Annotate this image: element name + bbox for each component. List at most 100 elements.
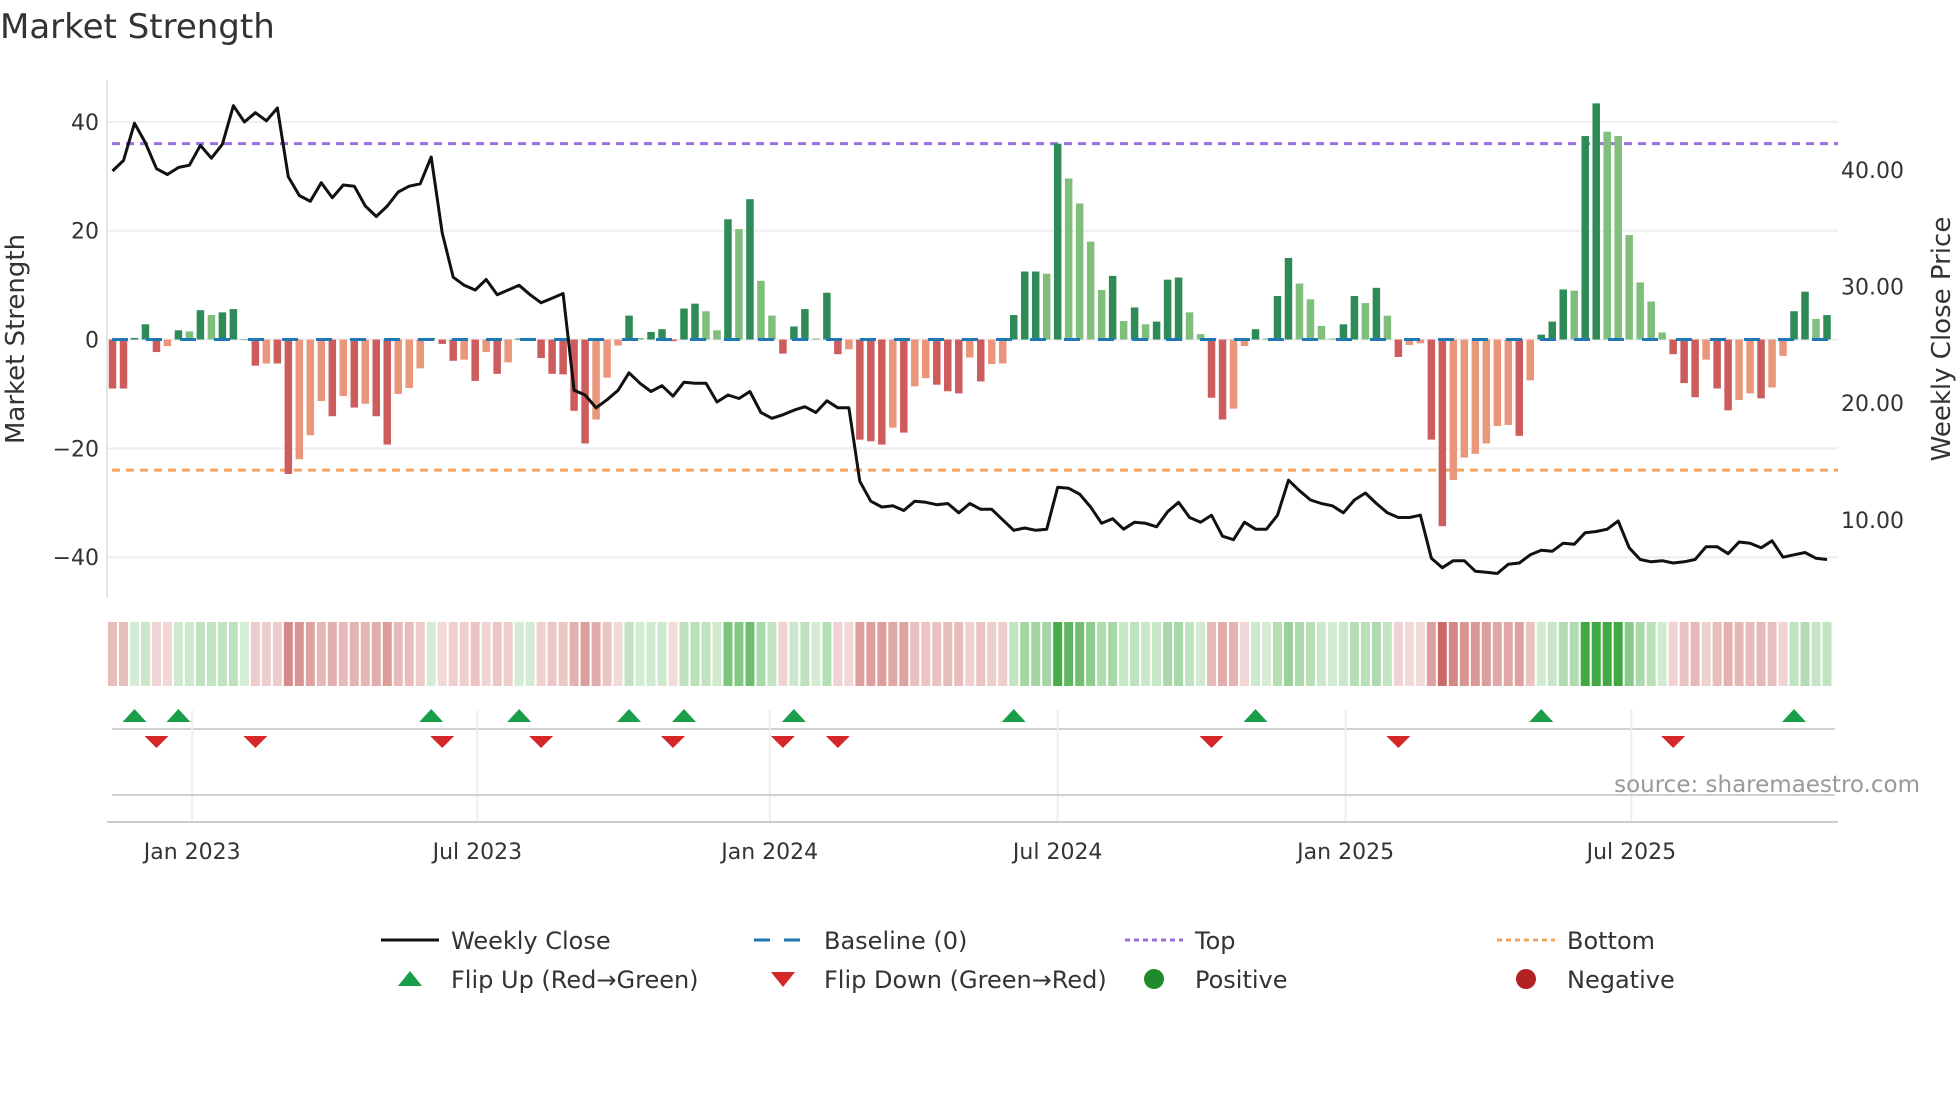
heat-cell (470, 622, 480, 686)
heat-cell (415, 622, 425, 686)
heat-cell (1811, 622, 1821, 686)
strength-bar (1482, 339, 1491, 444)
heat-cell (1525, 622, 1535, 686)
heat-cell (173, 622, 183, 686)
strength-bar (1515, 339, 1524, 436)
heat-cell (1393, 622, 1403, 686)
strength-bar (911, 339, 919, 387)
flip-down-marker (529, 736, 554, 748)
strength-bar (548, 339, 556, 374)
heat-cell (1701, 622, 1711, 686)
heat-cell (1679, 622, 1689, 686)
heat-cell (877, 622, 887, 686)
heat-cell (1613, 622, 1623, 686)
strength-bar (218, 312, 227, 340)
strength-bar (1790, 311, 1798, 340)
heat-cell (712, 622, 722, 686)
strength-bar (735, 229, 743, 340)
strength-bar (1493, 339, 1502, 427)
strength-bar (768, 315, 776, 340)
heat-cell (448, 622, 458, 686)
heat-cell (1119, 622, 1129, 686)
flip-markers (112, 709, 1835, 748)
heat-cell (1086, 622, 1096, 686)
strength-bar (966, 339, 974, 358)
heat-cell (976, 622, 986, 686)
strength-bar (438, 339, 446, 344)
legend-label: Top (1194, 927, 1236, 955)
heat-cell (778, 622, 788, 686)
heat-cell (1558, 622, 1568, 686)
legend-positive-circle-icon (1144, 969, 1164, 989)
strength-bar (350, 339, 359, 408)
heat-cell (1294, 622, 1304, 686)
heat-cell (1723, 622, 1733, 686)
heat-cell (1163, 622, 1173, 686)
heat-cell (756, 622, 766, 686)
heat-cell (679, 622, 689, 686)
heat-cell (580, 622, 590, 686)
strength-bar (900, 339, 908, 433)
heat-cell (184, 622, 194, 686)
heat-cell (294, 622, 304, 686)
strength-bar (207, 315, 216, 340)
legend-triangle-down-icon (771, 972, 795, 987)
heat-cell (118, 622, 128, 686)
heat-cell (360, 622, 370, 686)
strength-bar (372, 339, 381, 417)
heat-cell (888, 622, 898, 686)
strength-bar (1075, 203, 1084, 340)
heat-cell (1020, 622, 1030, 686)
strength-bar (581, 339, 589, 444)
heat-cell (591, 622, 601, 686)
heat-cell (657, 622, 667, 686)
heat-cell (547, 622, 557, 686)
heat-cell (569, 622, 579, 686)
legend-label: Baseline (0) (824, 927, 967, 955)
strength-bar (251, 339, 260, 366)
strength-bar (1141, 324, 1150, 340)
heat-cell (1756, 622, 1766, 686)
heat-cell (1778, 622, 1788, 686)
heat-cell (1459, 622, 1469, 686)
heat-cell (437, 622, 447, 686)
heat-cell (822, 622, 832, 686)
heat-cell (745, 622, 755, 686)
heat-cell (129, 622, 139, 686)
heat-cell (1492, 622, 1502, 686)
strength-bar (1801, 291, 1809, 340)
strength-bar (240, 339, 249, 341)
heat-cell (613, 622, 623, 686)
heat-cell (1382, 622, 1392, 686)
y2-tick-label: 40.00 (1841, 159, 1904, 184)
strength-bar (284, 339, 293, 474)
flip-down-marker (144, 736, 169, 748)
legend-triangle-up-icon (398, 971, 422, 986)
heat-cell (646, 622, 656, 686)
heat-cell (844, 622, 854, 686)
legend-label: Flip Down (Green→Red) (824, 966, 1107, 994)
strength-bar (1042, 273, 1051, 340)
heat-cell (1327, 622, 1337, 686)
heat-cell (426, 622, 436, 686)
heat-cell (1514, 622, 1524, 686)
x-tick-label: Jul 2024 (1011, 840, 1103, 865)
strength-bar (933, 339, 941, 385)
strength-bar (1691, 339, 1699, 398)
heat-cell (789, 622, 799, 686)
strength-bar (1229, 339, 1238, 409)
heat-cell (1602, 622, 1612, 686)
heat-cell (1536, 622, 1546, 686)
heat-cell (206, 622, 216, 686)
strength-bar (1361, 303, 1370, 340)
strength-bar (724, 219, 732, 340)
heat-cell (1229, 622, 1239, 686)
heat-cell (1316, 622, 1326, 686)
heat-cell (536, 622, 546, 686)
heat-cell (1064, 622, 1074, 686)
x-tick-label: Jul 2025 (1585, 840, 1677, 865)
y-tick-label: −20 (53, 437, 99, 462)
heat-cell (1745, 622, 1755, 686)
strength-bar (1757, 339, 1765, 399)
heat-cell (1404, 622, 1414, 686)
